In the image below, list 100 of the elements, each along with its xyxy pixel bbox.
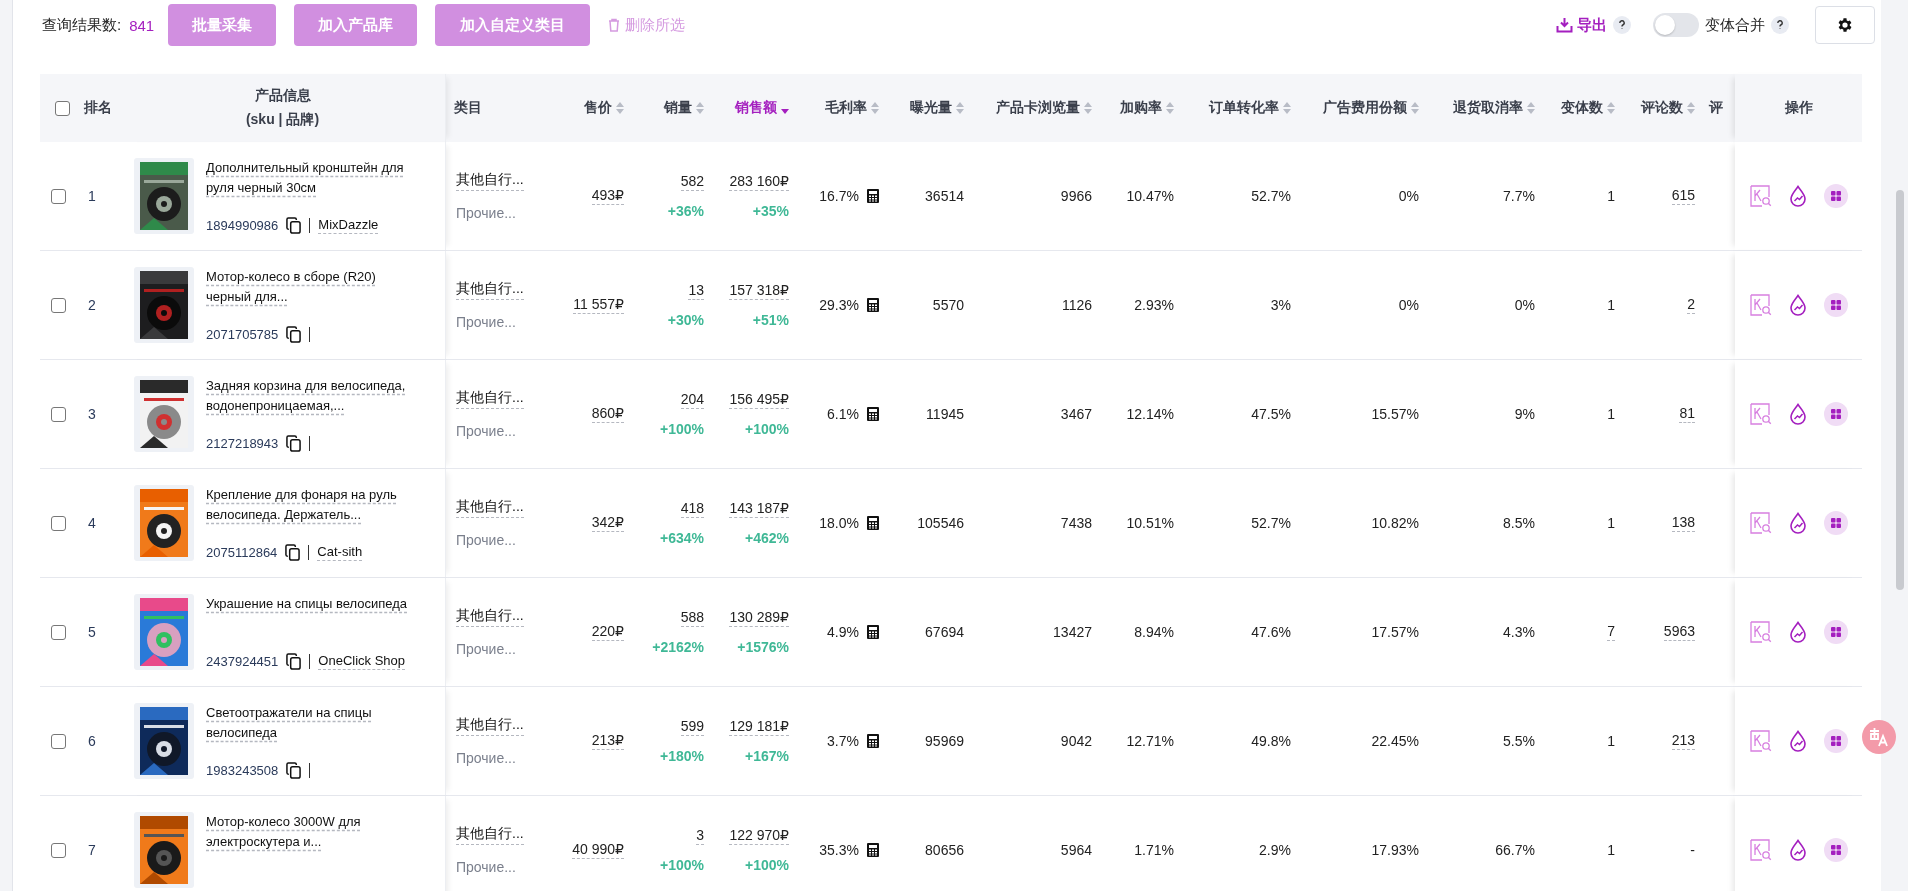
product-title[interactable]: Крепление для фонаря на руль велосипеда. Держатель... [206,485,421,525]
category-link[interactable]: 其他自行... [456,389,524,409]
column-header[interactable]: 退货取消率 [1453,99,1535,117]
product-title[interactable]: Светоотражатели на спицы велосипеда [206,703,421,743]
price-value[interactable]: 220₽ [591,623,624,641]
category-link[interactable]: 其他自行... [456,280,524,300]
trend-drop-icon[interactable] [1787,839,1808,861]
trend-drop-icon[interactable] [1787,185,1808,207]
copy-icon[interactable] [286,217,302,234]
category-link[interactable]: 其他自行... [456,607,524,627]
category-link[interactable]: 其他自行... [456,716,524,736]
calculator-icon[interactable] [867,516,879,530]
reviews-link[interactable]: 213 [1671,732,1695,750]
copy-icon[interactable] [286,435,302,452]
column-header[interactable]: 评论数 [1641,99,1695,117]
reviews-link[interactable]: 5963 [1663,623,1695,641]
brand-link[interactable]: MixDazzle [318,217,379,234]
variant-merge-toggle[interactable] [1653,13,1699,37]
brand-link[interactable]: Cat-sith [317,544,363,561]
price-value[interactable]: 213₽ [591,732,624,750]
scrollbar[interactable] [1896,190,1904,590]
calculator-icon[interactable] [867,625,879,639]
help-icon[interactable] [1613,16,1631,34]
product-title[interactable]: Дополнительный кронштейн для руля черный 30см [206,158,421,198]
grid-icon[interactable] [1823,511,1848,535]
grid-icon[interactable] [1823,293,1848,317]
help-icon[interactable] [1771,16,1789,34]
revenue-value[interactable]: 156 495₽ [729,391,789,409]
category-link[interactable]: 其他自行... [456,825,524,845]
trend-drop-icon[interactable] [1787,294,1808,316]
copy-icon[interactable] [285,544,301,561]
revenue-value[interactable]: 157 318₽ [729,282,789,300]
row-checkbox[interactable] [50,733,66,749]
reviews-link[interactable]: 81 [1679,405,1695,423]
calculator-icon[interactable] [867,407,879,421]
variants-link[interactable]: 7 [1607,623,1615,641]
reviews-link[interactable]: 2 [1687,296,1695,314]
row-checkbox[interactable] [50,297,66,313]
copy-icon[interactable] [286,653,302,670]
trend-drop-icon[interactable] [1787,512,1808,534]
revenue-value[interactable]: 122 970₽ [729,827,789,845]
product-title[interactable]: Задняя корзина для велосипеда, водонепроницаемая,... [206,376,421,416]
row-checkbox[interactable] [50,842,66,858]
price-value[interactable]: 493₽ [591,187,624,205]
trend-drop-icon[interactable] [1787,403,1808,425]
grid-icon[interactable] [1823,402,1848,426]
sales-value[interactable]: 588 [680,609,704,627]
select-all-checkbox[interactable] [55,100,70,116]
column-header[interactable]: 毛利率 [825,99,879,117]
copy-icon[interactable] [286,762,302,779]
category-link[interactable]: 其他自行... [456,171,524,191]
price-value[interactable]: 11 557₽ [573,296,624,314]
sales-value[interactable]: 418 [680,500,704,518]
settings-button[interactable] [1815,6,1875,44]
grid-icon[interactable] [1823,838,1848,862]
copy-icon[interactable] [286,326,302,343]
table-cell: 8.94% [1134,624,1174,640]
grid-icon[interactable] [1823,184,1848,208]
export-link[interactable]: 导出 [1577,15,1607,35]
revenue-value[interactable]: 130 289₽ [729,609,789,627]
row-checkbox[interactable] [50,515,66,531]
trend-drop-icon[interactable] [1787,621,1808,643]
calculator-icon[interactable] [867,734,879,748]
calculator-icon[interactable] [867,298,879,312]
sales-value[interactable]: 204 [680,391,704,409]
product-title[interactable]: Мотор-колесо 3000W для электроскутера и... [206,812,421,852]
price-value[interactable]: 342₽ [591,514,624,532]
column-header[interactable]: 加购率 [1120,99,1174,117]
column-header[interactable]: 产品卡浏览量 [996,99,1092,117]
price-value[interactable]: 860₽ [591,405,624,423]
product-title[interactable]: Мотор-колесо в сборе (R20) черный для... [206,267,421,307]
sales-value[interactable]: 3 [696,827,704,845]
revenue-value[interactable]: 283 160₽ [729,173,789,191]
row-checkbox[interactable] [50,188,66,204]
reviews-link[interactable]: 138 [1671,514,1695,532]
column-header[interactable]: 销量 [664,99,704,117]
column-header[interactable]: 售价 [584,99,624,117]
revenue-value[interactable]: 143 187₽ [729,500,789,518]
price-value[interactable]: 40 990₽ [572,841,624,859]
trend-drop-icon[interactable] [1787,730,1808,752]
column-header[interactable]: 订单转化率 [1209,99,1291,117]
grid-icon[interactable] [1823,620,1848,644]
grid-icon[interactable] [1823,729,1848,753]
product-title[interactable]: Украшение на спицы велосипеда [206,594,421,614]
column-header[interactable]: 变体数 [1561,99,1615,117]
download-icon[interactable] [1556,17,1573,33]
sales-value[interactable]: 582 [680,173,704,191]
category-link[interactable]: 其他自行... [456,498,524,518]
revenue-value[interactable]: 129 181₽ [729,718,789,736]
column-header[interactable]: 曝光量 [910,99,964,117]
column-header[interactable]: 广告费用份额 [1323,99,1419,117]
row-checkbox[interactable] [50,624,66,640]
brand-link[interactable]: OneClick Shop [318,653,406,670]
sales-value[interactable]: 599 [680,718,704,736]
calculator-icon[interactable] [867,843,879,857]
row-checkbox[interactable] [50,406,66,422]
calculator-icon[interactable] [867,189,879,203]
reviews-link[interactable]: 615 [1671,187,1695,205]
column-header[interactable]: 销售额 [735,99,789,117]
sales-value[interactable]: 13 [688,282,704,300]
